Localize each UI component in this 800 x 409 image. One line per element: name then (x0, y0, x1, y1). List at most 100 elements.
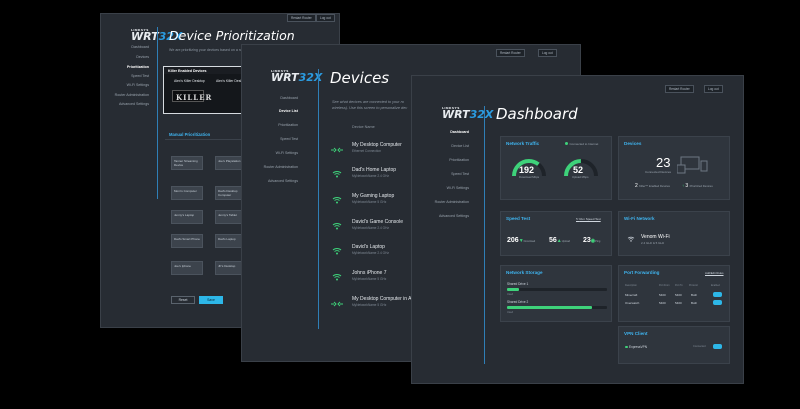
nav-wifi-settings[interactable]: Wi-Fi Settings (447, 186, 469, 190)
run-speed-test-link[interactable]: ↻ Run Speed Test (576, 217, 601, 221)
priority-device-card[interactable]: Jenny's Laptop (171, 210, 203, 224)
intro-text: We are prioritizing your devices based o… (169, 48, 247, 52)
dashboard-window: Restart Router Log out LINKSYS WRT32X Da… (411, 75, 744, 384)
nav-wifi-settings[interactable]: Wi-Fi Settings (276, 151, 298, 155)
nav-wifi-settings[interactable]: Wi-Fi Settings (127, 83, 149, 87)
page-title: Devices (330, 69, 390, 87)
nav-dashboard[interactable]: Dashboard (131, 45, 149, 49)
card-title: Wi-Fi Network (624, 216, 655, 221)
device-connection: MyNetworkName 2.4 GHz (352, 251, 390, 255)
wifi-icon (332, 197, 342, 204)
port-from: 5400 (659, 293, 666, 297)
device-connection: Ethernet Connection (352, 149, 382, 153)
network-storage-card: Network Storage Shared Drive 1 Used Shar… (500, 265, 612, 322)
killer-header: Killer Enabled Devices (168, 68, 207, 73)
column-header: Protocol (689, 284, 698, 287)
nav-dashboard[interactable]: Dashboard (280, 96, 298, 100)
priority-device-card[interactable]: Mom's Computer (171, 186, 203, 200)
port-to: 5400 (675, 293, 682, 297)
linksys-logo: LINKSYS WRT32X (271, 69, 323, 84)
device-connection: MyNetworkName 5 GHz (352, 200, 387, 204)
prioritized-count: ↑ 3 Prioritized Devices (682, 183, 713, 189)
drive-name: Shared Drive 1 (507, 282, 529, 286)
page-title: Dashboard (496, 105, 578, 123)
drive-usage-bar (507, 288, 607, 291)
rule-description: Overwatch (625, 301, 640, 305)
restart-router-button[interactable]: Restart Router (496, 49, 525, 57)
logout-button[interactable]: Log out (316, 14, 335, 22)
protocol: Both (691, 293, 698, 297)
killer-item: Alex's Killer Desktop (174, 79, 205, 83)
card-title: Network Storage (506, 270, 543, 275)
card-title: Port Forwarding (624, 270, 660, 275)
speed-download: 206▼Download (507, 237, 536, 244)
nav-advanced-settings[interactable]: Advanced Settings (119, 102, 149, 106)
page-title: Device Prioritization (169, 28, 295, 43)
wifi-name: Venom Wi-Fi (641, 234, 670, 240)
save-button[interactable]: Save (199, 296, 223, 304)
nav-speed-test[interactable]: Speed Test (280, 137, 298, 141)
vpn-state: Connected (693, 345, 706, 348)
nav-speed-test[interactable]: Speed Test (451, 172, 469, 176)
linksys-logo: LINKSYS WRT32X (442, 106, 494, 121)
device-connection: MyNetworkName 5 GHz (352, 277, 387, 281)
status-dot-icon (625, 345, 628, 348)
wifi-icon (332, 171, 342, 178)
ethernet-icon (331, 147, 343, 153)
killer-item: Alex's Killer Deskt (216, 79, 244, 83)
device-name: My Desktop Computer in A (352, 296, 412, 302)
speed-upload: 56▲Upload (549, 237, 570, 244)
rule-enabled-toggle[interactable] (713, 292, 722, 297)
upload-value: 52 (573, 165, 584, 175)
logout-button[interactable]: Log out (704, 85, 723, 93)
wifi-icon (332, 248, 342, 255)
port-forwarding-card: Port Forwarding Add/Edit Rules Descripti… (618, 265, 730, 322)
download-label: Download Mbps (519, 175, 540, 179)
nav-speed-test[interactable]: Speed Test (131, 74, 149, 78)
nav-device-list[interactable]: Device List (279, 109, 298, 113)
nav-router-admin[interactable]: Router Administration (115, 93, 149, 97)
device-count-label: Connected Devices (645, 170, 672, 174)
wifi-icon (627, 236, 635, 242)
restart-router-button[interactable]: Restart Router (665, 85, 694, 93)
device-name: My Desktop Computer (352, 142, 402, 148)
priority-device-card[interactable]: Joe's Iphone (171, 261, 203, 275)
logout-button[interactable]: Log out (538, 49, 557, 57)
device-connection: MyNetworkName 2.4 GHz (352, 174, 390, 178)
nav-dashboard[interactable]: Dashboard (450, 130, 469, 134)
card-title: VPN Client (624, 331, 648, 336)
priority-device-card[interactable]: Dad's Smart Phone (171, 234, 203, 248)
speed-test-card: Speed Test ↻ Run Speed Test 206▼Download… (500, 211, 612, 256)
speed-ping: 23◉Ping (583, 237, 601, 244)
device-name: David's Game Console (352, 219, 403, 225)
nav-device-list[interactable]: Device List (451, 144, 469, 148)
drive-name: Shared Drive 2 (507, 300, 529, 304)
nav-router-admin[interactable]: Router Administration (435, 200, 469, 204)
status-dot-icon (565, 142, 568, 145)
nav-router-admin[interactable]: Router Administration (264, 165, 298, 169)
nav-advanced-settings[interactable]: Advanced Settings (439, 214, 469, 218)
nav-prioritization[interactable]: Prioritization (278, 123, 298, 127)
column-header: Port From (659, 284, 670, 287)
vpn-toggle[interactable] (713, 344, 722, 349)
network-traffic-card: Network Traffic Connected to Internet 19… (500, 136, 612, 200)
download-value: 192 (519, 165, 535, 175)
intro-text: See what devices are connected to your r… (332, 100, 404, 104)
wifi-icon (332, 274, 342, 281)
drive-used: Used (507, 293, 514, 296)
rule-enabled-toggle[interactable] (713, 300, 722, 305)
column-header: Device Name (352, 125, 375, 129)
device-name: Dad's Home Laptop (352, 167, 397, 173)
device-name: David's Laptop (352, 244, 385, 250)
card-title: Speed Test (506, 216, 531, 221)
add-rules-link[interactable]: Add/Edit Rules (705, 271, 724, 275)
restart-router-button[interactable]: Restart Router (287, 14, 316, 22)
upload-label: Upload Mbps (572, 175, 589, 179)
nav-advanced-settings[interactable]: Advanced Settings (268, 179, 298, 183)
device-connection: MyNetworkName 5 GHz (352, 303, 387, 307)
reset-button[interactable]: Reset (171, 296, 195, 304)
nav-prioritization[interactable]: Prioritization (127, 65, 149, 69)
nav-prioritization[interactable]: Prioritization (449, 158, 469, 162)
priority-device-card[interactable]: Tanner Streaming Device (171, 156, 203, 170)
nav-devices[interactable]: Devices (136, 55, 149, 59)
